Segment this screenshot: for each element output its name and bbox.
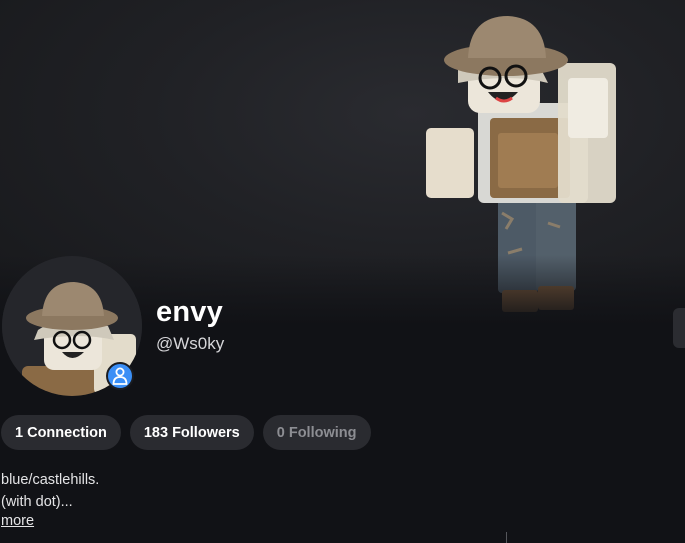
bio-line: blue/castlehills. [1,472,100,488]
bio-line: (with dot)... [1,494,73,510]
scroll-handle[interactable] [673,308,685,348]
username: @Ws0ky [156,334,225,353]
presence-badge [106,362,134,390]
bio-more-link[interactable]: more [1,513,34,529]
profile-stats: 1 Connection 183 Followers 0 Following [1,415,371,450]
connections-button[interactable]: 1 Connection [1,415,121,450]
following-button[interactable]: 0 Following [262,415,371,450]
display-name: envy [156,296,223,328]
profile-bio: blue/castlehills. (with dot)... [1,469,99,513]
divider-tick [506,532,507,543]
followers-button[interactable]: 183 Followers [129,415,254,450]
person-icon [112,367,128,385]
